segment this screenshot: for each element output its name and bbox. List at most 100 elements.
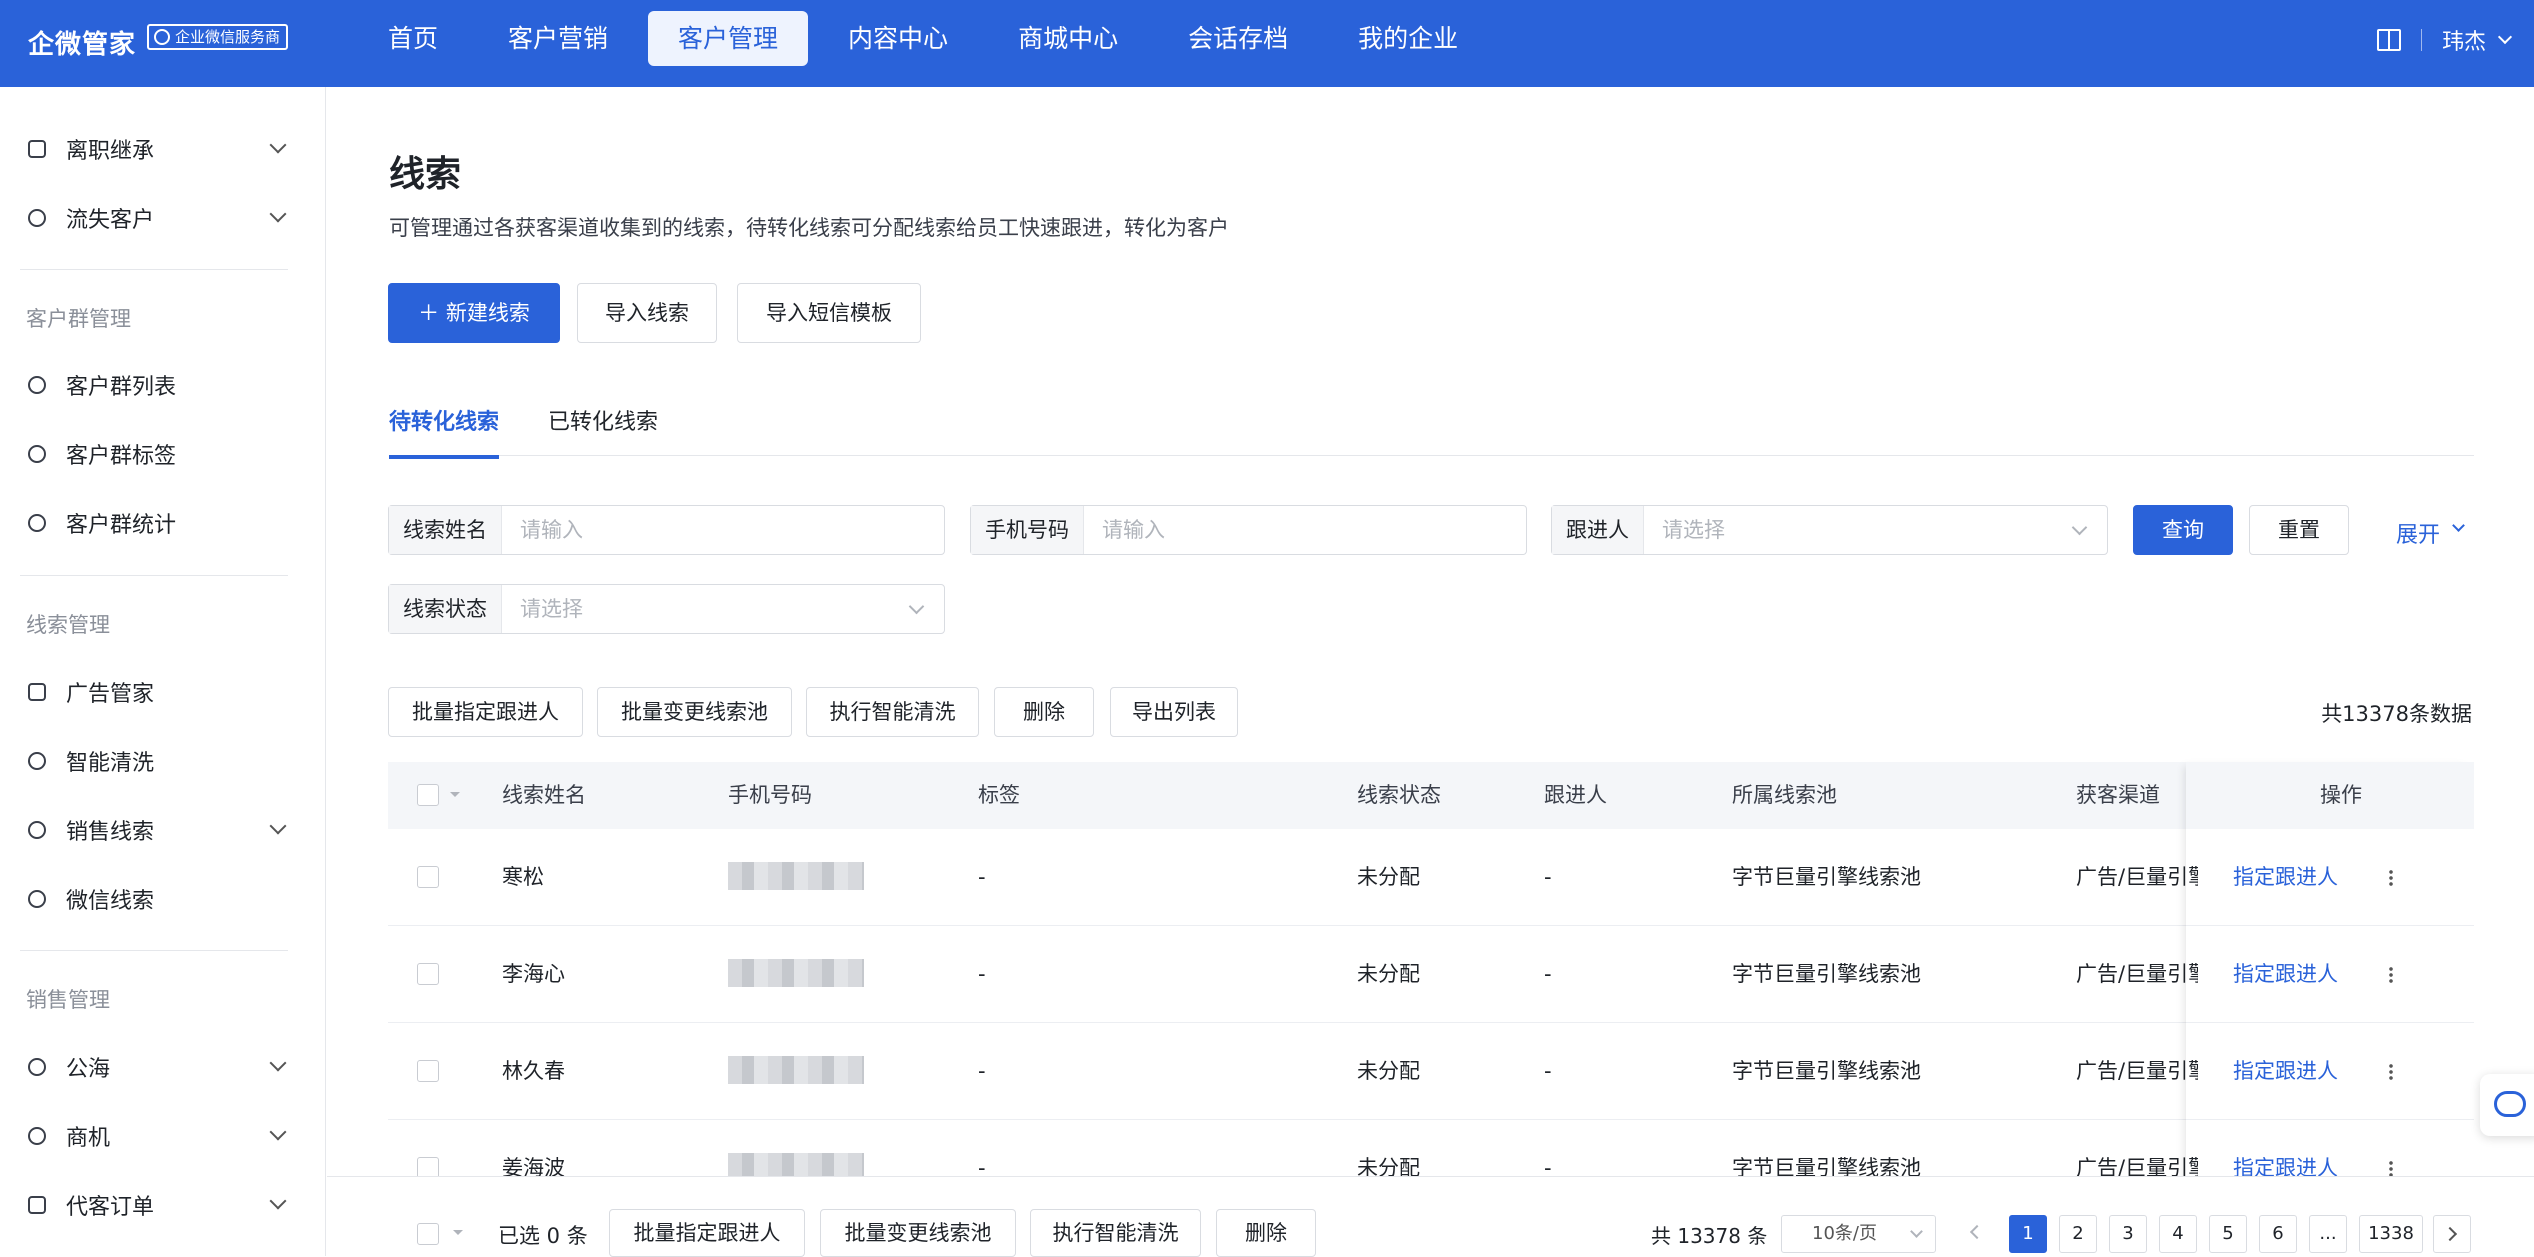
nav-company[interactable]: 我的企业 <box>1328 11 1488 66</box>
phone-input[interactable]: 请输入 <box>1084 506 1526 554</box>
chat-float-button[interactable] <box>2480 1074 2534 1136</box>
tab-converted[interactable]: 已转化线索 <box>548 404 658 436</box>
sidebar-item-group-list[interactable]: 客户群列表 <box>0 357 325 413</box>
page-6[interactable]: 6 <box>2259 1215 2297 1253</box>
total-count: 共13378条数据 <box>2321 702 2472 726</box>
cell-channel: 广告/巨量引擎 <box>2076 962 2198 986</box>
page-3[interactable]: 3 <box>2109 1215 2147 1253</box>
footer-delete-button[interactable]: 删除 <box>1216 1209 1316 1257</box>
page-description: 可管理通过各获客渠道收集到的线索，待转化线索可分配线索给员工快速跟进，转化为客户 <box>389 216 1229 240</box>
page-ellipsis[interactable]: ... <box>2309 1215 2347 1253</box>
batch-assign-button[interactable]: 批量指定跟进人 <box>388 687 583 737</box>
nav-content[interactable]: 内容中心 <box>818 11 978 66</box>
expand-link[interactable]: 展开 <box>2396 517 2440 549</box>
nav-customer[interactable]: 客户管理 <box>648 11 809 66</box>
sidebar-item-lost-customer[interactable]: 流失客户 <box>0 190 325 246</box>
page-size-select[interactable]: 10条/页 <box>1781 1215 1936 1253</box>
user-icon <box>28 209 46 227</box>
filter-label: 线索姓名 <box>389 506 502 554</box>
row-checkbox[interactable] <box>417 963 439 985</box>
nav-home[interactable]: 首页 <box>358 11 468 66</box>
chevron-down-icon <box>269 205 287 223</box>
page-2[interactable]: 2 <box>2059 1215 2097 1253</box>
user-icon <box>28 752 46 770</box>
name-filter[interactable]: 线索姓名 请输入 <box>388 505 945 555</box>
sidebar-item-order[interactable]: 代客订单 <box>0 1177 325 1233</box>
page-4[interactable]: 4 <box>2159 1215 2197 1253</box>
sidebar-item-exit-inherit[interactable]: 离职继承 <box>0 121 325 177</box>
smart-clean-button[interactable]: 执行智能清洗 <box>806 687 979 737</box>
masked-phone <box>728 862 864 890</box>
sidebar: 离职继承 流失客户 客户群管理 客户群列表 客户群标签 客户群统计 线索管理 广… <box>0 87 326 1256</box>
group-title-lead: 线索管理 <box>26 613 110 637</box>
delete-button[interactable]: 删除 <box>994 687 1094 737</box>
header-follower: 跟进人 <box>1544 783 1607 807</box>
follower-filter[interactable]: 跟进人 请选择 <box>1551 505 2108 555</box>
sidebar-item-wx-lead[interactable]: 微信线索 <box>0 871 325 927</box>
group-icon <box>28 514 46 532</box>
sidebar-item-opportunity[interactable]: 商机 <box>0 1108 325 1164</box>
nav-mall[interactable]: 商城中心 <box>988 11 1148 66</box>
row-checkbox[interactable] <box>417 1060 439 1082</box>
main-nav: 首页 客户营销 客户管理 内容中心 商城中心 会话存档 我的企业 <box>358 11 1488 66</box>
table-row: 寒松 - 未分配 - 字节巨量引擎线索池 广告/巨量引擎 指定跟进人 <box>388 829 2474 926</box>
chevron-down-icon[interactable] <box>2452 519 2465 532</box>
footer-change-pool-button[interactable]: 批量变更线索池 <box>820 1209 1016 1257</box>
sidebar-item-clean[interactable]: 智能清洗 <box>0 733 325 789</box>
export-list-button[interactable]: 导出列表 <box>1110 687 1238 737</box>
nav-marketing[interactable]: 客户营销 <box>478 11 638 66</box>
follower-select[interactable]: 请选择 <box>1644 506 2107 554</box>
sidebar-item-sea[interactable]: 公海 <box>0 1039 325 1095</box>
sidebar-item-label: 客户群统计 <box>66 513 177 538</box>
chevron-down-icon <box>269 1054 287 1072</box>
sidebar-item-group-tag[interactable]: 客户群标签 <box>0 426 325 482</box>
sidebar-item-group-stat[interactable]: 客户群统计 <box>0 495 325 551</box>
chevron-down-icon[interactable] <box>2497 29 2513 45</box>
name-input[interactable]: 请输入 <box>502 506 944 554</box>
sidebar-item-label: 流失客户 <box>66 208 155 233</box>
sidebar-item-sales-lead[interactable]: 销售线索 <box>0 802 325 858</box>
divider <box>20 269 288 270</box>
next-page-button[interactable] <box>2433 1215 2471 1253</box>
footer-clean-button[interactable]: 执行智能清洗 <box>1030 1209 1201 1257</box>
filter-label: 跟进人 <box>1552 506 1644 554</box>
book-icon[interactable] <box>2376 29 2401 51</box>
query-button[interactable]: 查询 <box>2133 505 2233 555</box>
footer-assign-button[interactable]: 批量指定跟进人 <box>609 1209 805 1257</box>
page-size-value: 10条/页 <box>1812 1223 1877 1244</box>
cell-pool: 字节巨量引擎线索池 <box>1732 962 1921 986</box>
cell-pool: 字节巨量引擎线索池 <box>1732 865 1921 889</box>
caret-down-icon[interactable] <box>450 792 460 802</box>
header-name: 线索姓名 <box>502 783 586 807</box>
brand-name[interactable]: 企微管家 <box>28 24 136 61</box>
new-lead-button[interactable]: ＋ 新建线索 <box>388 283 560 343</box>
row-checkbox[interactable] <box>417 866 439 888</box>
import-sms-template-button[interactable]: 导入短信模板 <box>737 283 921 343</box>
group-icon <box>28 376 46 394</box>
cell-channel: 广告/巨量引擎 <box>2076 865 2198 889</box>
batch-change-pool-button[interactable]: 批量变更线索池 <box>597 687 792 737</box>
target-icon <box>28 1127 46 1145</box>
page-5[interactable]: 5 <box>2209 1215 2247 1253</box>
cell-follower: - <box>1544 865 1552 889</box>
phone-filter[interactable]: 手机号码 请输入 <box>970 505 1527 555</box>
sidebar-item-ad[interactable]: 广告管家 <box>0 664 325 720</box>
chevron-down-icon <box>269 1192 287 1210</box>
import-lead-button[interactable]: 导入线索 <box>577 283 717 343</box>
cell-pool: 字节巨量引擎线索池 <box>1732 1059 1921 1083</box>
page-1[interactable]: 1 <box>2009 1215 2047 1253</box>
status-filter[interactable]: 线索状态 请选择 <box>388 584 945 634</box>
nav-archive[interactable]: 会话存档 <box>1158 11 1318 66</box>
sidebar-item-label: 微信线索 <box>66 889 155 914</box>
reset-button[interactable]: 重置 <box>2249 505 2349 555</box>
footer-select-checkbox[interactable] <box>417 1223 439 1245</box>
group-title-customer-group: 客户群管理 <box>26 307 131 331</box>
tab-pending[interactable]: 待转化线索 <box>389 404 499 436</box>
user-icon <box>28 1058 46 1076</box>
caret-down-icon[interactable] <box>453 1230 463 1240</box>
select-all-checkbox[interactable] <box>417 784 439 806</box>
status-select[interactable]: 请选择 <box>502 585 944 633</box>
user-name[interactable]: 玮杰 <box>2442 24 2486 56</box>
page-last[interactable]: 1338 <box>2359 1215 2423 1253</box>
group-title-sales: 销售管理 <box>26 988 110 1012</box>
